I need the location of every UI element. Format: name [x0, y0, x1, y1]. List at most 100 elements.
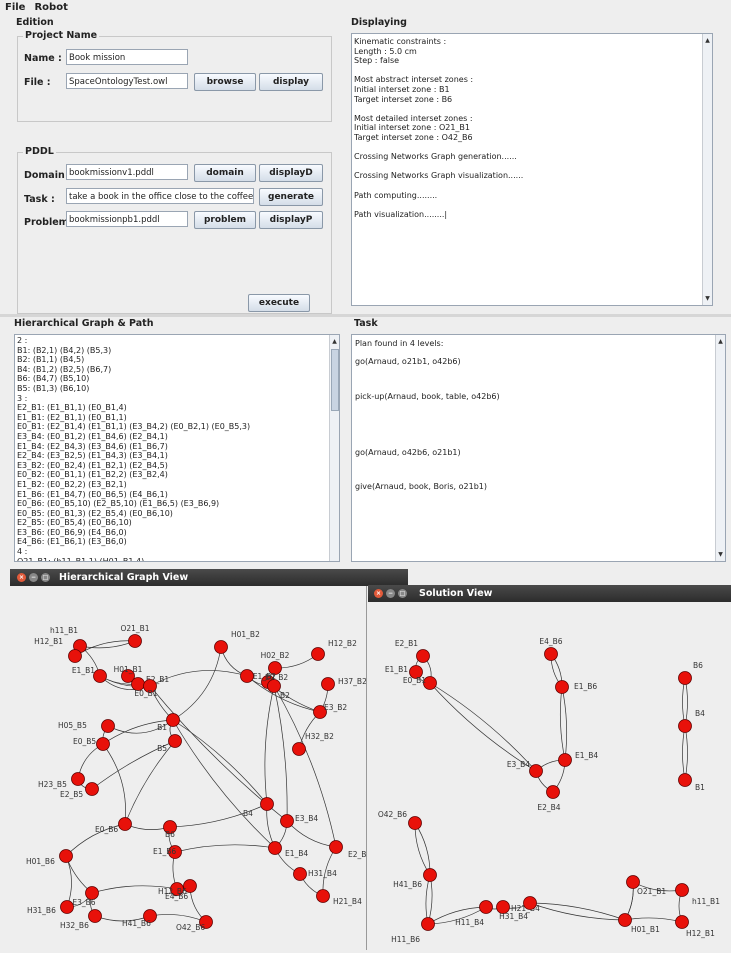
graph-node[interactable]	[293, 867, 307, 881]
scroll-down-icon[interactable]: ▼	[716, 550, 725, 559]
graph-node[interactable]	[267, 679, 281, 693]
graph-node[interactable]	[128, 634, 142, 648]
hierarchical-line: E0_B1: (E2_B1,4) (E1_B1,1) (E3_B4,2) (E0…	[17, 422, 251, 432]
graph-node[interactable]	[93, 669, 107, 683]
graph-node[interactable]	[678, 671, 692, 685]
graph-node[interactable]	[479, 900, 493, 914]
graph-node[interactable]	[68, 649, 82, 663]
file-label: File :	[24, 77, 51, 88]
execute-button[interactable]: execute	[248, 294, 310, 312]
graph-node[interactable]	[408, 816, 422, 830]
displaying-line: Kinematic constraints :	[354, 37, 447, 46]
graph-node[interactable]	[555, 680, 569, 694]
graph-node[interactable]	[529, 764, 543, 778]
close-icon[interactable]: ×	[374, 589, 383, 598]
displaying-line: Path computing........	[354, 190, 438, 200]
graph-node[interactable]	[85, 782, 99, 796]
minimize-icon[interactable]: −	[29, 573, 38, 582]
graph-node[interactable]	[166, 713, 180, 727]
graph-node[interactable]	[329, 840, 343, 854]
graph-edge	[682, 677, 686, 727]
menu-robot[interactable]: Robot	[29, 0, 71, 13]
graph-node-label: E3_B6	[72, 898, 95, 907]
name-field[interactable]: Book mission	[66, 49, 188, 65]
graph-node[interactable]	[558, 753, 572, 767]
hierarchical-graph-svg[interactable]: h11_B1 O21_B1H12_B1E1_B1 H01_B1E2_B1E0_B1B…	[10, 586, 371, 950]
graph-node[interactable]	[280, 814, 294, 828]
displaying-textarea[interactable]: Kinematic constraints : Length : 5.0 cm St…	[351, 33, 713, 306]
scroll-up-icon[interactable]: ▲	[716, 337, 725, 346]
graph-window-canvas[interactable]: h11_B1 O21_B1 H12_B1 E1_B1 H01_B1 E2_B1 E0_B1 B…	[10, 586, 371, 950]
display-button[interactable]: display	[259, 73, 323, 91]
graph-node[interactable]	[88, 909, 102, 923]
graph-node[interactable]	[321, 677, 335, 691]
task-scrollbar[interactable]: ▲ ▼	[715, 335, 725, 561]
graph-node[interactable]	[316, 889, 330, 903]
graph-node[interactable]	[544, 647, 558, 661]
graph-edge	[286, 820, 337, 848]
graph-node[interactable]	[268, 841, 282, 855]
graph-edge	[414, 822, 431, 876]
graph-node[interactable]	[214, 640, 228, 654]
hierarchical-line: E1_B4: (E2_B4,3) (E3_B4,6) (E1_B6,7)	[17, 441, 168, 451]
minimize-icon[interactable]: −	[386, 589, 395, 598]
solution-window-canvas[interactable]: E2_B1 E1_B1 E0_B1 E4_B6 E1_B6 E1_B4 E3_B4 E2_B4…	[368, 602, 731, 950]
graph-node[interactable]	[240, 669, 254, 683]
generate-button[interactable]: generate	[259, 188, 323, 206]
problem-button[interactable]: problem	[194, 211, 256, 229]
file-field[interactable]: SpaceOntologyTest.owl	[66, 73, 188, 89]
close-icon[interactable]: ×	[17, 573, 26, 582]
task-field[interactable]: take a book in the office close to the c…	[66, 188, 254, 204]
browse-button[interactable]: browse	[194, 73, 256, 91]
scroll-thumb[interactable]	[331, 349, 339, 411]
hierarchical-textarea[interactable]: 2 : B1: (B2,1) (B4,2) (B5,3) B2: (B1,1) (B…	[14, 334, 340, 562]
domain-button[interactable]: domain	[194, 164, 256, 182]
domain-field[interactable]: bookmissionv1.pddl	[66, 164, 188, 180]
graph-node[interactable]	[678, 773, 692, 787]
hierarchical-scrollbar[interactable]: ▲	[329, 335, 339, 561]
problem-field[interactable]: bookmissionpb1.pddl	[66, 211, 188, 227]
displaying-line	[352, 66, 712, 76]
split-divider[interactable]	[0, 314, 731, 317]
graph-node[interactable]	[59, 849, 73, 863]
displaying-line: Crossing Networks Graph generation......	[354, 152, 517, 162]
graph-node[interactable]	[292, 742, 306, 756]
graph-node[interactable]	[311, 647, 325, 661]
solution-graph-svg[interactable]: E2_B1 E1_B1 E0_B1 E4_B6 E1_B6 E1_B4 E3_B4 E2_B4…	[368, 602, 731, 950]
displayP-button[interactable]: displayP	[259, 211, 323, 229]
scroll-up-icon[interactable]: ▲	[703, 36, 712, 45]
graph-node[interactable]	[675, 883, 689, 897]
solution-window-titlebar[interactable]: × − □ Solution View	[368, 585, 731, 602]
graph-node-label: E0_B5	[73, 737, 96, 746]
menu-file[interactable]: File	[0, 0, 29, 13]
graph-node[interactable]	[618, 913, 632, 927]
scroll-down-icon[interactable]: ▼	[703, 294, 712, 303]
maximize-icon[interactable]: □	[41, 573, 50, 582]
graph-node[interactable]	[96, 737, 110, 751]
graph-node[interactable]	[101, 719, 115, 733]
graph-node[interactable]	[421, 917, 435, 931]
graph-node[interactable]	[678, 719, 692, 733]
displaying-scrollbar[interactable]: ▲ ▼	[702, 34, 712, 305]
hierarchical-line: 3 :	[17, 393, 28, 403]
scroll-up-icon[interactable]: ▲	[330, 337, 339, 346]
graph-node[interactable]	[546, 785, 560, 799]
graph-node[interactable]	[71, 772, 85, 786]
graph-node[interactable]	[118, 817, 132, 831]
graph-node-label: E1_B4	[575, 751, 598, 760]
graph-node[interactable]	[260, 797, 274, 811]
displaying-line: Most detailed interset zones :	[354, 113, 473, 123]
task-textarea[interactable]: Plan found in 4 levels: go(Arnaud, o21b1…	[351, 334, 726, 562]
graph-window-titlebar[interactable]: × − □ Hierarchical Graph View	[10, 569, 408, 586]
hierarchical-line: 4 :	[17, 547, 28, 557]
graph-node[interactable]	[423, 868, 437, 882]
graph-node[interactable]	[416, 649, 430, 663]
displayD-button[interactable]: displayD	[259, 164, 323, 182]
graph-node[interactable]	[168, 734, 182, 748]
graph-edge	[79, 640, 136, 649]
graph-node-label: B4	[243, 809, 253, 818]
displaying-line	[352, 143, 712, 153]
graph-node[interactable]	[523, 896, 537, 910]
graph-node[interactable]	[675, 915, 689, 929]
maximize-icon[interactable]: □	[398, 589, 407, 598]
